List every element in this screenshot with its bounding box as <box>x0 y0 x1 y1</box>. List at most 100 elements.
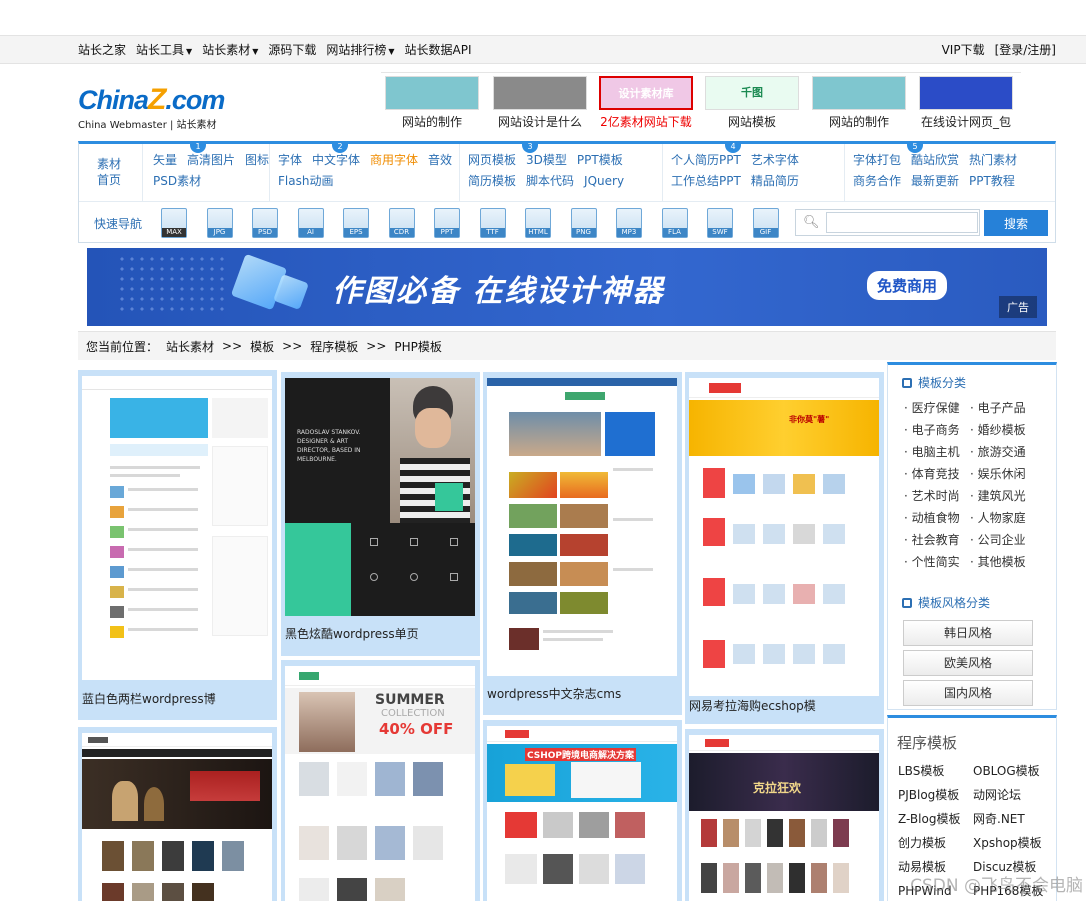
breadcrumb-link[interactable]: PHP模板 <box>394 338 442 355</box>
ad-banner[interactable]: 作图必备 在线设计神器 免费商用 广告 <box>87 248 1047 326</box>
category-item[interactable]: · 艺术时尚 <box>904 489 970 504</box>
top-nav-item[interactable]: 站长工具 ▼ <box>136 41 192 58</box>
category-link[interactable]: 个人简历PPT <box>671 153 741 168</box>
category-link[interactable]: 热门素材 <box>969 153 1017 168</box>
vip-download-link[interactable]: VIP下载 <box>942 41 985 58</box>
category-item[interactable]: · 公司企业 <box>970 533 1050 548</box>
category-link[interactable]: 字体打包 <box>853 153 901 168</box>
template-thumbnail[interactable]: CSHOP跨境电商解决方案 <box>487 726 677 901</box>
category-link[interactable]: 矢量 <box>153 153 177 168</box>
template-card[interactable]: RADOSLAV STANKOV. DESIGNER & ART DIRECTO… <box>281 372 480 656</box>
file-gif-icon[interactable]: GIF <box>752 208 779 238</box>
category-link[interactable]: JQuery <box>584 174 624 189</box>
program-link[interactable]: Xpshop模板 <box>973 836 1053 851</box>
banner-caption[interactable]: 网站的制作 <box>385 113 479 130</box>
template-card[interactable]: wordpress中文杂志cms <box>483 372 682 715</box>
program-link[interactable]: Z-Blog模板 <box>898 812 973 827</box>
breadcrumb-link[interactable]: 模板 <box>250 338 274 355</box>
category-item[interactable]: · 娱乐休闲 <box>970 467 1050 482</box>
banner-thumb[interactable]: 在线设计网页_包 <box>919 76 1013 130</box>
template-caption[interactable]: 黑色炫酷wordpress单页 <box>285 625 419 642</box>
banner-caption[interactable]: 网站的制作 <box>812 113 906 130</box>
category-link[interactable]: 商务合作 <box>853 174 901 189</box>
template-caption[interactable]: 网易考拉海购ecshop模 <box>689 697 816 714</box>
breadcrumb-link[interactable]: 站长素材 <box>166 338 214 355</box>
category-link[interactable]: 中文字体 <box>312 153 360 168</box>
template-card[interactable]: 非你莫"薯" 网易考拉海购ecshop模 <box>685 372 884 724</box>
category-item[interactable]: · 体育竞技 <box>904 467 970 482</box>
template-caption[interactable]: wordpress中文杂志cms <box>487 685 621 702</box>
template-thumbnail[interactable]: 非你莫"薯" <box>689 378 879 696</box>
category-link[interactable]: 高清图片 <box>187 153 235 168</box>
template-thumbnail[interactable] <box>487 378 677 676</box>
banner-thumb[interactable]: 千图 网站模板 <box>705 76 799 130</box>
template-card[interactable]: 克拉狂欢 <box>685 729 884 901</box>
banner-image[interactable] <box>812 76 906 110</box>
category-item[interactable]: · 电子商务 <box>904 423 970 438</box>
breadcrumb-link[interactable]: 程序模板 <box>310 338 358 355</box>
category-link[interactable]: Flash动画 <box>278 174 333 189</box>
category-item[interactable]: · 人物家庭 <box>970 511 1050 526</box>
template-thumbnail[interactable]: 克拉狂欢 <box>689 735 879 901</box>
category-link[interactable]: PPT模板 <box>577 153 623 168</box>
category-link[interactable]: 艺术字体 <box>751 153 799 168</box>
template-card[interactable] <box>78 727 277 901</box>
material-home-link[interactable]: 素材首页 <box>94 156 124 188</box>
style-button[interactable]: 国内风格 <box>903 680 1033 706</box>
top-nav-item[interactable]: 站长之家 <box>78 41 126 58</box>
file-psd-icon[interactable]: PSD <box>252 208 278 238</box>
site-logo[interactable]: ChinaZ.com China Webmaster | 站长素材 <box>78 85 248 132</box>
category-item[interactable]: · 电脑主机 <box>904 445 970 460</box>
banner-caption[interactable]: 在线设计网页_包 <box>919 113 1013 130</box>
template-caption[interactable]: 蓝白色两栏wordpress博 <box>82 690 216 707</box>
category-item[interactable]: · 动植食物 <box>904 511 970 526</box>
category-link[interactable]: 商用字体 <box>370 153 418 168</box>
banner-image[interactable] <box>493 76 587 110</box>
category-item[interactable]: · 其他模板 <box>970 555 1050 570</box>
category-link[interactable]: 酷站欣赏 <box>911 153 959 168</box>
category-link[interactable]: 网页模板 <box>468 153 516 168</box>
category-link[interactable]: PPT教程 <box>969 174 1015 189</box>
template-thumbnail[interactable] <box>82 733 272 901</box>
search-input[interactable] <box>826 212 978 233</box>
file-cdr-icon[interactable]: CDR <box>388 208 415 238</box>
category-link[interactable]: 脚本代码 <box>526 174 574 189</box>
file-ppt-icon[interactable]: PPT <box>434 208 460 238</box>
file-html-icon[interactable]: HTML <box>525 208 551 238</box>
category-link[interactable]: 精品简历 <box>751 174 799 189</box>
template-thumbnail[interactable]: SUMMER COLLECTION 40% OFF <box>285 666 475 901</box>
banner-caption[interactable]: 2亿素材网站下载 <box>599 113 693 130</box>
program-link[interactable]: PJBlog模板 <box>898 788 973 803</box>
banner-image[interactable]: 千图 <box>705 76 799 110</box>
banner-caption[interactable]: 网站模板 <box>705 113 799 130</box>
top-nav-item[interactable]: 站长数据API <box>405 41 472 58</box>
program-link[interactable]: LBS模板 <box>898 764 973 779</box>
banner-image[interactable]: 设计素材库 <box>599 76 693 110</box>
template-thumbnail[interactable] <box>82 376 272 680</box>
banner-image[interactable] <box>919 76 1013 110</box>
category-link[interactable]: 图标 <box>245 153 269 168</box>
category-link[interactable]: PSD素材 <box>153 174 201 189</box>
category-item[interactable]: · 建筑风光 <box>970 489 1050 504</box>
search-button[interactable]: 搜索 <box>984 210 1048 236</box>
file-png-icon[interactable]: PNG <box>570 208 597 238</box>
file-mp3-icon[interactable]: MP3 <box>616 208 642 238</box>
top-nav-item[interactable]: 源码下载 <box>268 41 316 58</box>
category-link[interactable]: 字体 <box>278 153 302 168</box>
top-nav-item[interactable]: 站长素材 ▼ <box>202 41 258 58</box>
banner-thumb[interactable]: 设计素材库 2亿素材网站下载 <box>599 76 693 130</box>
category-item[interactable]: · 电子产品 <box>970 401 1050 416</box>
category-item[interactable]: · 社会教育 <box>904 533 970 548</box>
file-fla-icon[interactable]: FLA <box>661 208 688 238</box>
template-card[interactable]: CSHOP跨境电商解决方案 <box>483 720 682 901</box>
category-link[interactable]: 工作总结PPT <box>671 174 741 189</box>
file-eps-icon[interactable]: EPS <box>343 208 369 238</box>
category-link[interactable]: 音效 <box>428 153 452 168</box>
file-ai-icon[interactable]: AI <box>297 208 324 238</box>
file-swf-icon[interactable]: SWF <box>707 208 733 238</box>
template-thumbnail[interactable]: RADOSLAV STANKOV. DESIGNER & ART DIRECTO… <box>285 378 475 616</box>
login-register-link[interactable]: [登录/注册] <box>995 41 1056 58</box>
program-link[interactable]: OBLOG模板 <box>973 764 1053 779</box>
category-item[interactable]: · 旅游交通 <box>970 445 1050 460</box>
style-button[interactable]: 韩日风格 <box>903 620 1033 646</box>
